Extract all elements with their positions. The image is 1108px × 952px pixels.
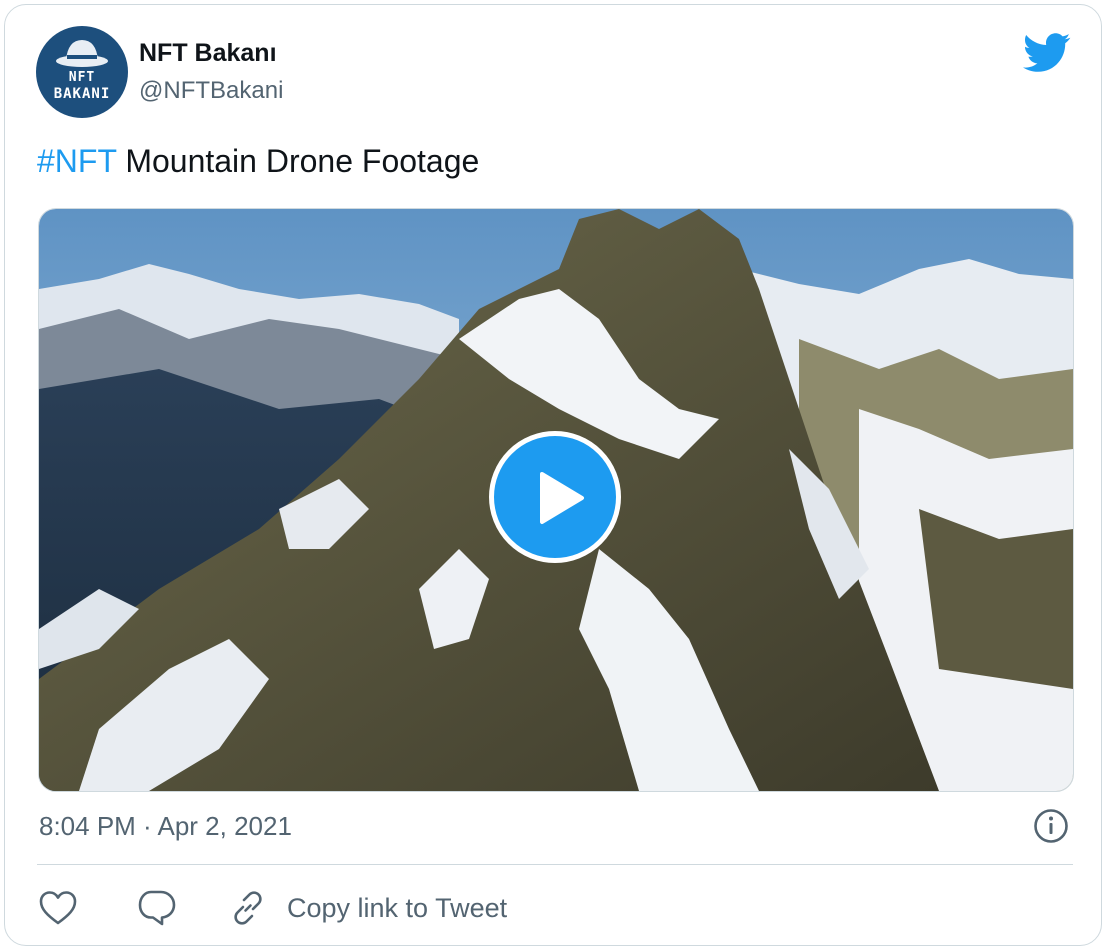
hashtag-link[interactable]: #NFT	[37, 143, 116, 179]
tweet-card: NFT BAKANI NFT Bakanı @NFTBakani #NFT Mo…	[4, 4, 1102, 946]
divider	[37, 864, 1073, 865]
heart-icon	[39, 891, 77, 925]
info-icon[interactable]	[1033, 808, 1069, 844]
reply-button[interactable]	[137, 888, 177, 928]
avatar-text-line2: BAKANI	[53, 86, 111, 102]
like-button[interactable]	[39, 888, 77, 928]
user-handle[interactable]: @NFTBakani	[139, 77, 283, 105]
copy-link-label: Copy link to Tweet	[287, 892, 508, 923]
play-button[interactable]	[489, 431, 621, 563]
avatar[interactable]: NFT BAKANI	[36, 26, 128, 118]
twitter-bird-icon[interactable]	[1023, 33, 1071, 73]
avatar-text-line1: NFT	[68, 70, 96, 85]
reply-icon	[138, 890, 176, 926]
tweet-text: #NFT Mountain Drone Footage	[37, 143, 479, 180]
copy-link-button[interactable]: Copy link to Tweet	[229, 888, 507, 928]
link-icon	[234, 891, 262, 925]
display-name[interactable]: NFT Bakanı	[139, 39, 277, 68]
play-icon	[540, 472, 584, 524]
video-player[interactable]	[38, 208, 1074, 792]
tweet-body: Mountain Drone Footage	[116, 143, 480, 179]
tweet-timestamp[interactable]: 8:04 PM · Apr 2, 2021	[39, 811, 292, 842]
